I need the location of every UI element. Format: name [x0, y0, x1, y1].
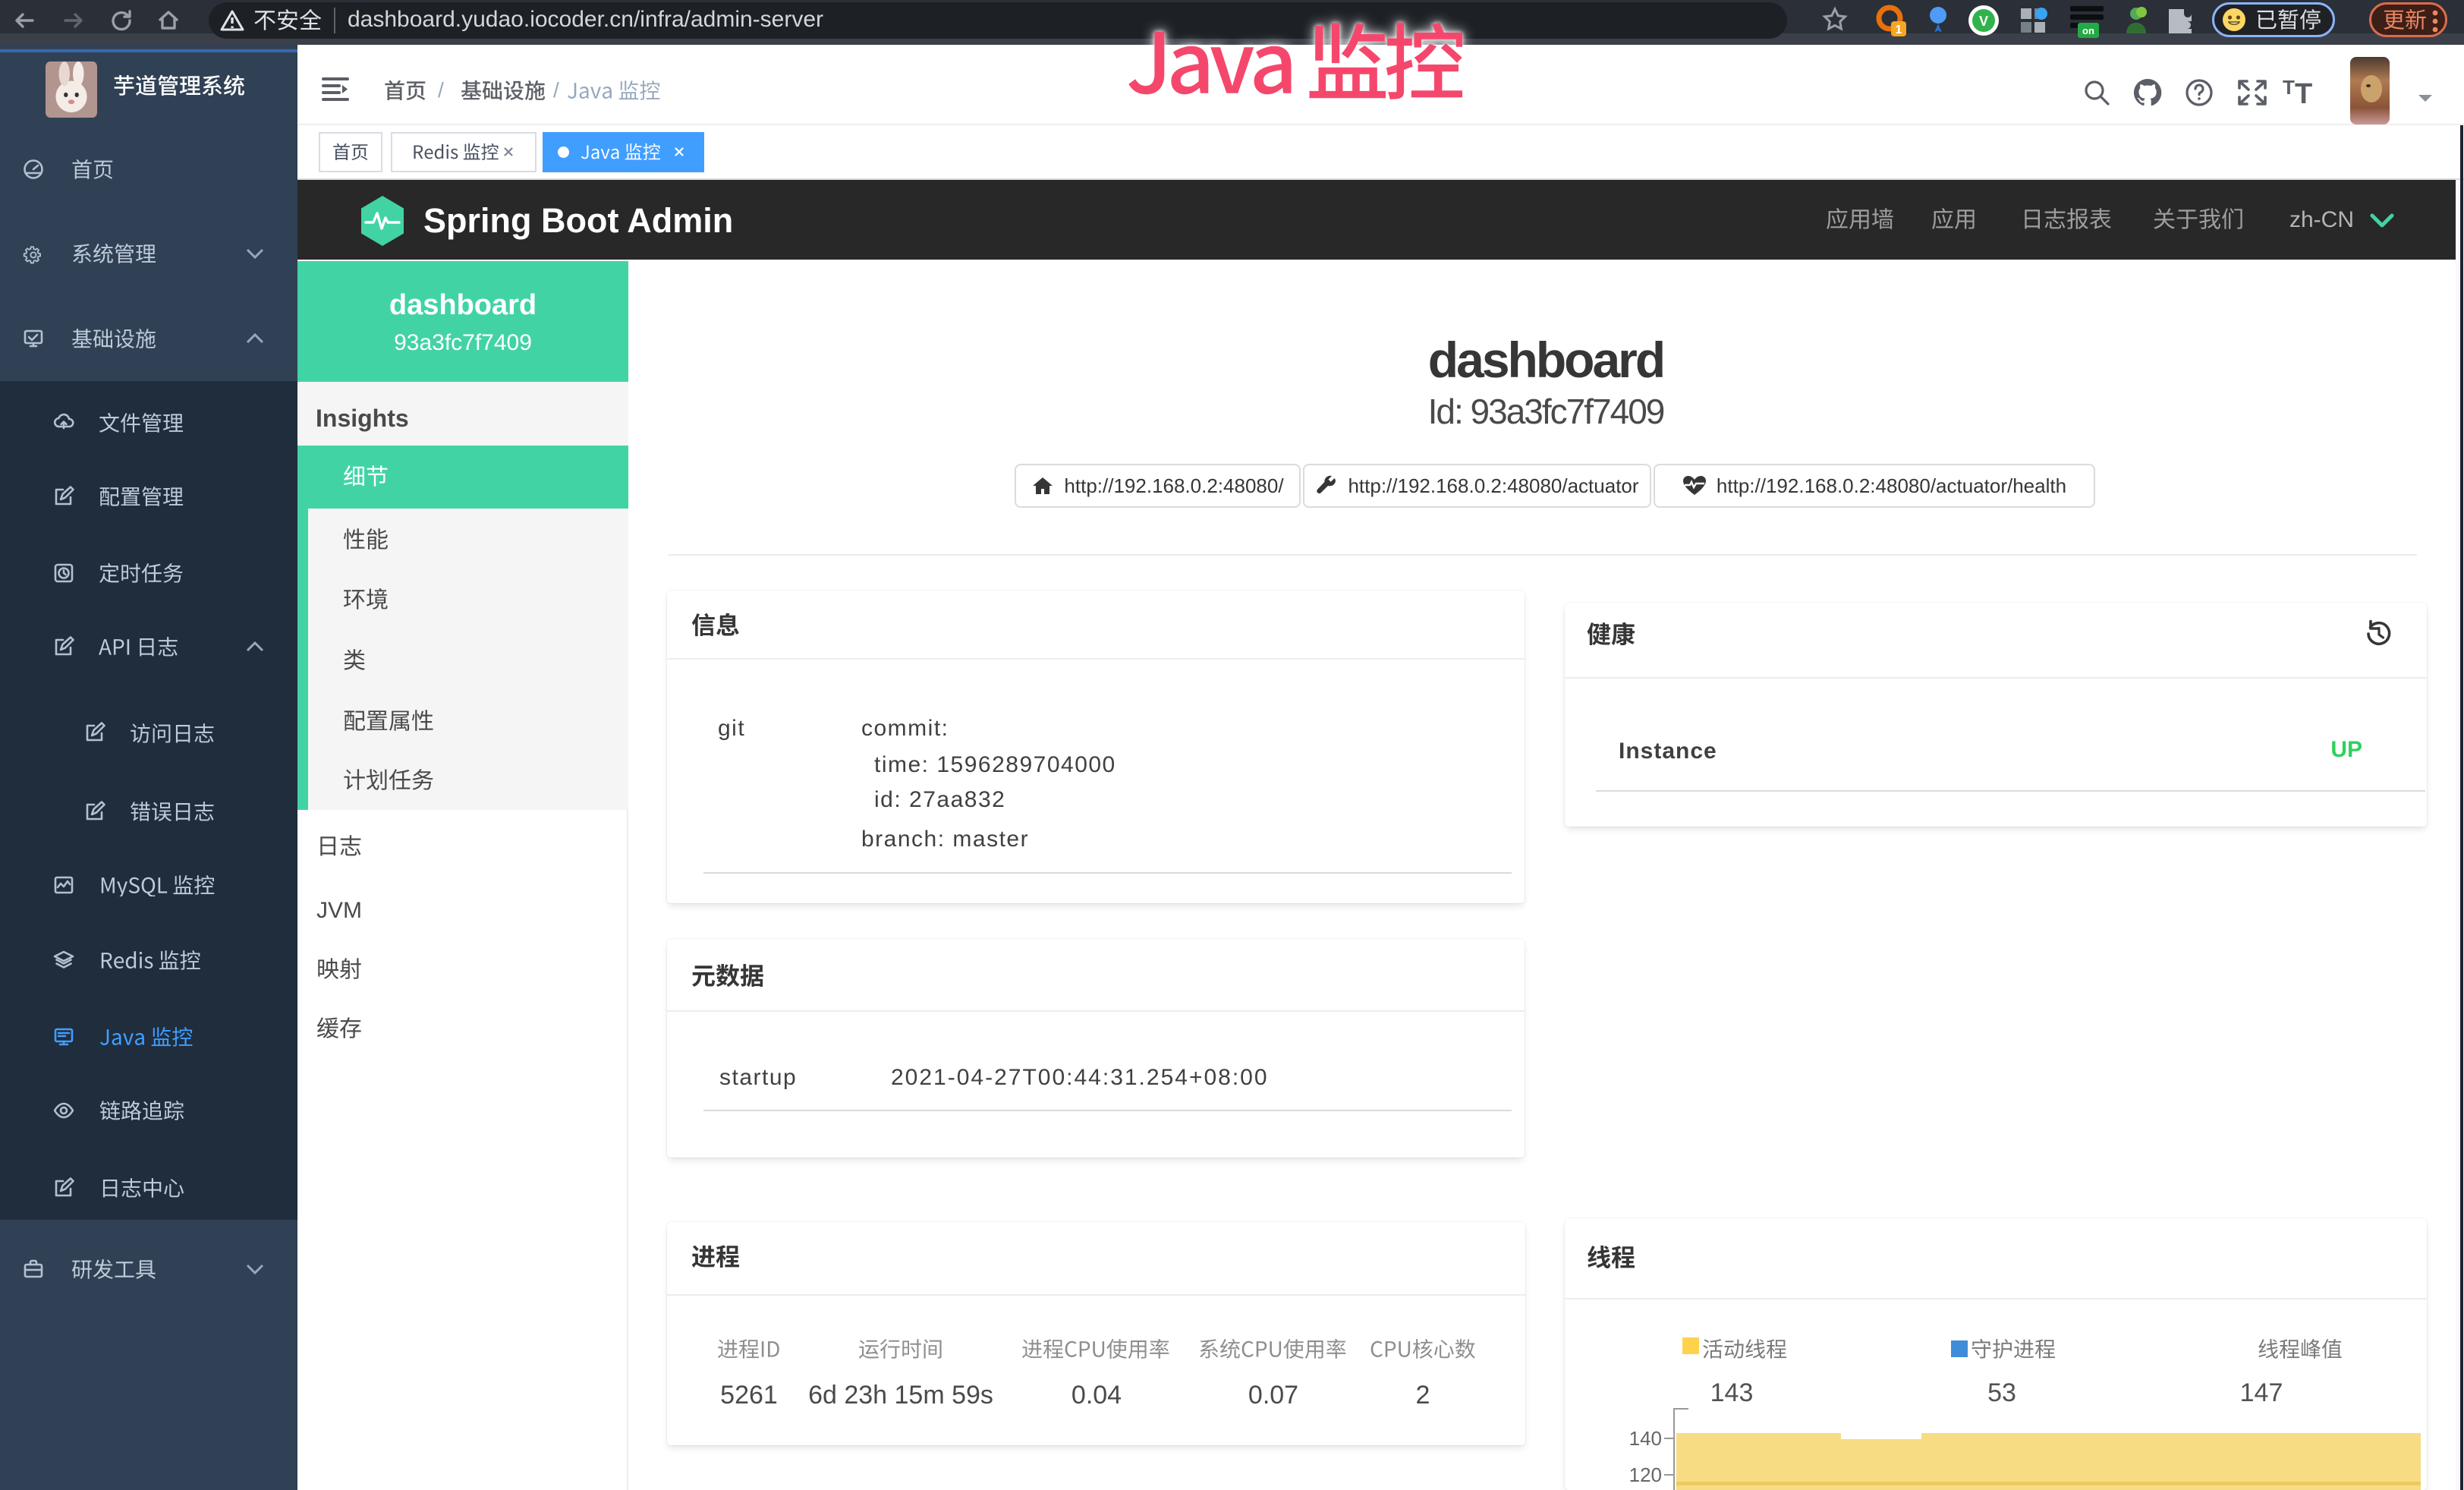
svg-text:T: T: [2295, 78, 2312, 108]
svg-text:T: T: [2283, 77, 2295, 99]
